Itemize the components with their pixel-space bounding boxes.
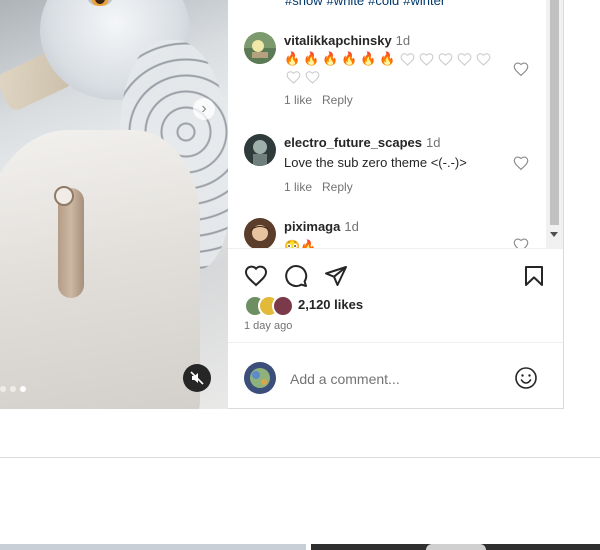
comment-item: electro_future_scapes 1d Love the sub zer… — [244, 134, 534, 194]
avatar[interactable] — [244, 134, 276, 166]
reply-button[interactable]: Reply — [322, 180, 353, 194]
coat-button — [54, 186, 74, 206]
scrollbar-thumb[interactable] — [550, 0, 559, 225]
fire-emoji-icon: 🔥 — [379, 51, 396, 66]
speaker-muted-icon — [190, 371, 204, 385]
divider — [228, 342, 563, 343]
comment-text: 😳🔥 — [284, 239, 317, 248]
caption-hashtags: #snow #white #cold #winter — [285, 0, 449, 8]
comment-username[interactable]: piximaga — [284, 219, 340, 234]
comment-like-heart-icon[interactable] — [512, 60, 530, 78]
hashtag-link[interactable]: #white — [327, 0, 365, 8]
fire-emoji-icon: 🔥 — [303, 51, 320, 66]
section-divider — [0, 457, 600, 458]
comment-body: vitalikkapchinsky 1d 🔥 🔥 🔥 🔥 🔥 🔥 1 like Reply — [284, 32, 504, 107]
speech-bubble-icon[interactable] — [284, 264, 308, 288]
white-heart-emoji-icon — [457, 53, 472, 66]
comment-time: 1d — [426, 135, 441, 150]
smiley-icon[interactable] — [514, 366, 538, 390]
heart-outline-icon[interactable] — [244, 264, 268, 288]
avatar[interactable] — [244, 32, 276, 64]
carousel-dot — [10, 386, 16, 392]
comment-body: piximaga 1d 😳🔥 — [284, 218, 504, 248]
white-heart-emoji-icon — [419, 53, 434, 66]
post-actions — [244, 264, 546, 288]
comment-likes-count[interactable]: 1 like — [284, 93, 312, 107]
fire-emoji-icon: 🔥 — [341, 51, 358, 66]
grid-post-thumbnail[interactable] — [0, 544, 306, 550]
comments-scrollbar[interactable] — [546, 0, 563, 248]
thumbnail-shape — [426, 544, 486, 550]
next-slide-button[interactable]: › — [193, 98, 215, 120]
comment-likes-count[interactable]: 1 like — [284, 180, 312, 194]
divider — [228, 248, 563, 249]
comment-like-heart-icon[interactable] — [512, 236, 530, 248]
white-heart-emoji-icon — [305, 71, 320, 84]
add-comment-bar — [244, 362, 546, 394]
white-heart-emoji-icon — [400, 53, 415, 66]
white-heart-emoji-icon — [286, 71, 301, 84]
comment-like-heart-icon[interactable] — [512, 154, 530, 172]
paper-plane-icon[interactable] — [324, 264, 348, 288]
comment-time: 1d — [395, 33, 411, 48]
comment-item: vitalikkapchinsky 1d 🔥 🔥 🔥 🔥 🔥 🔥 1 like Reply — [244, 32, 534, 112]
likes-count[interactable]: 2,120 likes — [298, 297, 363, 312]
comment-emoji-text: 🔥 🔥 🔥 🔥 🔥 🔥 — [284, 50, 504, 86]
comment-text: Love the sub zero theme <(-.-)> — [284, 155, 467, 170]
post-media[interactable]: › — [0, 0, 228, 409]
white-coat — [0, 130, 200, 409]
comment-username[interactable]: vitalikkapchinsky — [284, 33, 392, 48]
avatar[interactable] — [244, 218, 276, 248]
scroll-down-arrow-icon[interactable] — [550, 232, 558, 237]
comment-meta: 1 like Reply — [284, 93, 504, 107]
current-user-avatar — [244, 362, 276, 394]
fire-emoji-icon: 🔥 — [284, 51, 301, 66]
mute-button[interactable] — [183, 364, 211, 392]
carousel-dot — [0, 386, 6, 392]
comment-input[interactable] — [288, 368, 492, 390]
hashtag-link[interactable]: #snow — [285, 0, 323, 8]
post-timestamp[interactable]: 1 day ago — [244, 320, 292, 332]
comments-list[interactable]: #snow #white #cold #winter vitalikkapchinsk… — [228, 0, 546, 248]
comment-body: electro_future_scapes 1d Love the sub zer… — [284, 134, 504, 194]
fire-emoji-icon: 🔥 — [322, 51, 339, 66]
comment-item: piximaga 1d 😳🔥 — [244, 218, 534, 248]
comment-username[interactable]: electro_future_scapes — [284, 135, 422, 150]
hashtag-link[interactable]: #cold — [368, 0, 399, 8]
hashtag-link[interactable]: #winter — [403, 0, 445, 8]
white-heart-emoji-icon — [476, 53, 491, 66]
grid-post-thumbnail[interactable] — [311, 544, 600, 550]
bookmark-icon[interactable] — [522, 264, 546, 288]
comment-time: 1d — [344, 219, 359, 234]
fire-emoji-icon: 🔥 — [360, 51, 377, 66]
comment-meta: 1 like Reply — [284, 180, 504, 194]
post-side-panel: #snow #white #cold #winter vitalikkapchinsk… — [228, 0, 564, 409]
white-heart-emoji-icon — [438, 53, 453, 66]
reply-button[interactable]: Reply — [322, 93, 353, 107]
liker-avatar — [272, 295, 294, 317]
carousel-dots — [0, 386, 26, 392]
carousel-dot-active — [20, 386, 26, 392]
